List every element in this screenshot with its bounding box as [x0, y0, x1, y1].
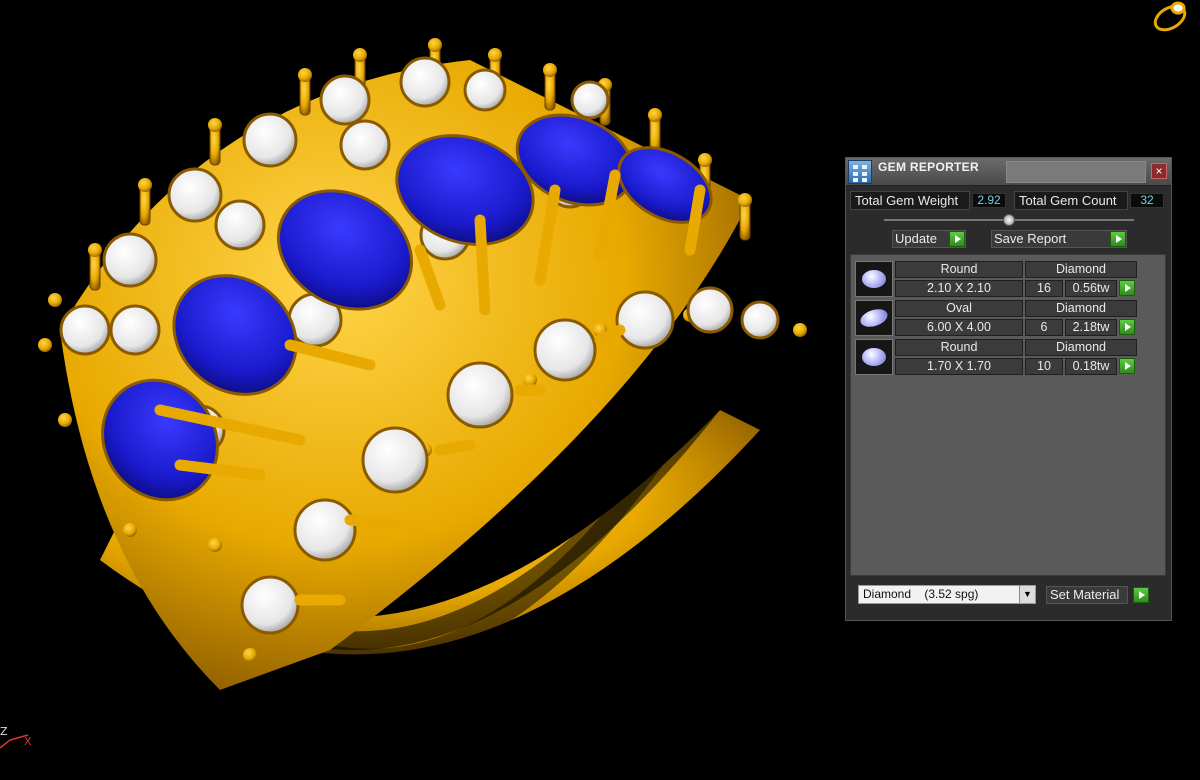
set-material-button[interactable]: Set Material [1046, 586, 1149, 604]
gem-material: Diamond [1025, 339, 1137, 356]
gem-count: 10 [1025, 358, 1063, 375]
gem-shape: Oval [895, 300, 1023, 317]
titlebar-pane [1006, 161, 1146, 183]
set-material-button-label: Set Material [1050, 587, 1120, 602]
axis-x-label: X [24, 735, 32, 748]
gem-reporter-app-icon [848, 160, 872, 184]
gem-shape: Round [895, 261, 1023, 278]
panel-titlebar[interactable]: GEM REPORTER × [846, 158, 1171, 186]
material-dropdown[interactable]: Diamond (3.52 spg) ▼ [858, 585, 1036, 604]
gem-weight: 2.18tw [1065, 319, 1117, 336]
gem-material: Diamond [1025, 300, 1137, 317]
gem-count: 16 [1025, 280, 1063, 297]
material-dropdown-value: Diamond (3.52 spg) [863, 587, 979, 601]
panel-title: GEM REPORTER [878, 160, 979, 174]
gem-row[interactable]: Oval Diamond 6.00 X 4.00 6 2.18tw [855, 300, 1141, 336]
chevron-down-icon[interactable]: ▼ [1019, 586, 1035, 603]
gem-size: 1.70 X 1.70 [895, 358, 1023, 375]
save-report-button-label: Save Report [994, 231, 1067, 246]
gem-weight: 0.18tw [1065, 358, 1117, 375]
select-gem-icon[interactable] [1119, 319, 1135, 335]
close-icon: × [1155, 164, 1163, 178]
axis-z-label: Z [0, 725, 8, 738]
gem-count: 6 [1025, 319, 1063, 336]
total-gem-weight-label: Total Gem Weight [850, 191, 970, 210]
round-gem-icon [855, 339, 893, 375]
play-icon [1133, 587, 1149, 603]
round-gem-icon [855, 261, 893, 297]
total-gem-count-label: Total Gem Count [1014, 191, 1128, 210]
save-report-button[interactable]: Save Report [991, 230, 1127, 248]
ring-logo-icon [1153, 1, 1187, 32]
close-button[interactable]: × [1151, 163, 1167, 179]
play-icon [949, 231, 965, 247]
gem-weight: 0.56tw [1065, 280, 1117, 297]
gem-size: 6.00 X 4.00 [895, 319, 1023, 336]
total-gem-weight-value: 2.92 [972, 193, 1006, 208]
gem-size: 2.10 X 2.10 [895, 280, 1023, 297]
gem-reporter-panel: GEM REPORTER × Total Gem Weight 2.92 Tot… [845, 157, 1172, 621]
gem-row[interactable]: Round Diamond 2.10 X 2.10 16 0.56tw [855, 261, 1141, 297]
gem-material: Diamond [1025, 261, 1137, 278]
splitter-handle[interactable] [1003, 214, 1015, 226]
gem-list: Round Diamond 2.10 X 2.10 16 0.56tw Oval… [850, 254, 1166, 576]
gem-row[interactable]: Round Diamond 1.70 X 1.70 10 0.18tw [855, 339, 1141, 375]
oval-gem-icon [855, 300, 893, 336]
total-gem-count-value: 32 [1130, 193, 1164, 208]
play-icon [1110, 231, 1126, 247]
update-button[interactable]: Update [892, 230, 966, 248]
select-gem-icon[interactable] [1119, 358, 1135, 374]
update-button-label: Update [895, 231, 937, 246]
gem-shape: Round [895, 339, 1023, 356]
select-gem-icon[interactable] [1119, 280, 1135, 296]
